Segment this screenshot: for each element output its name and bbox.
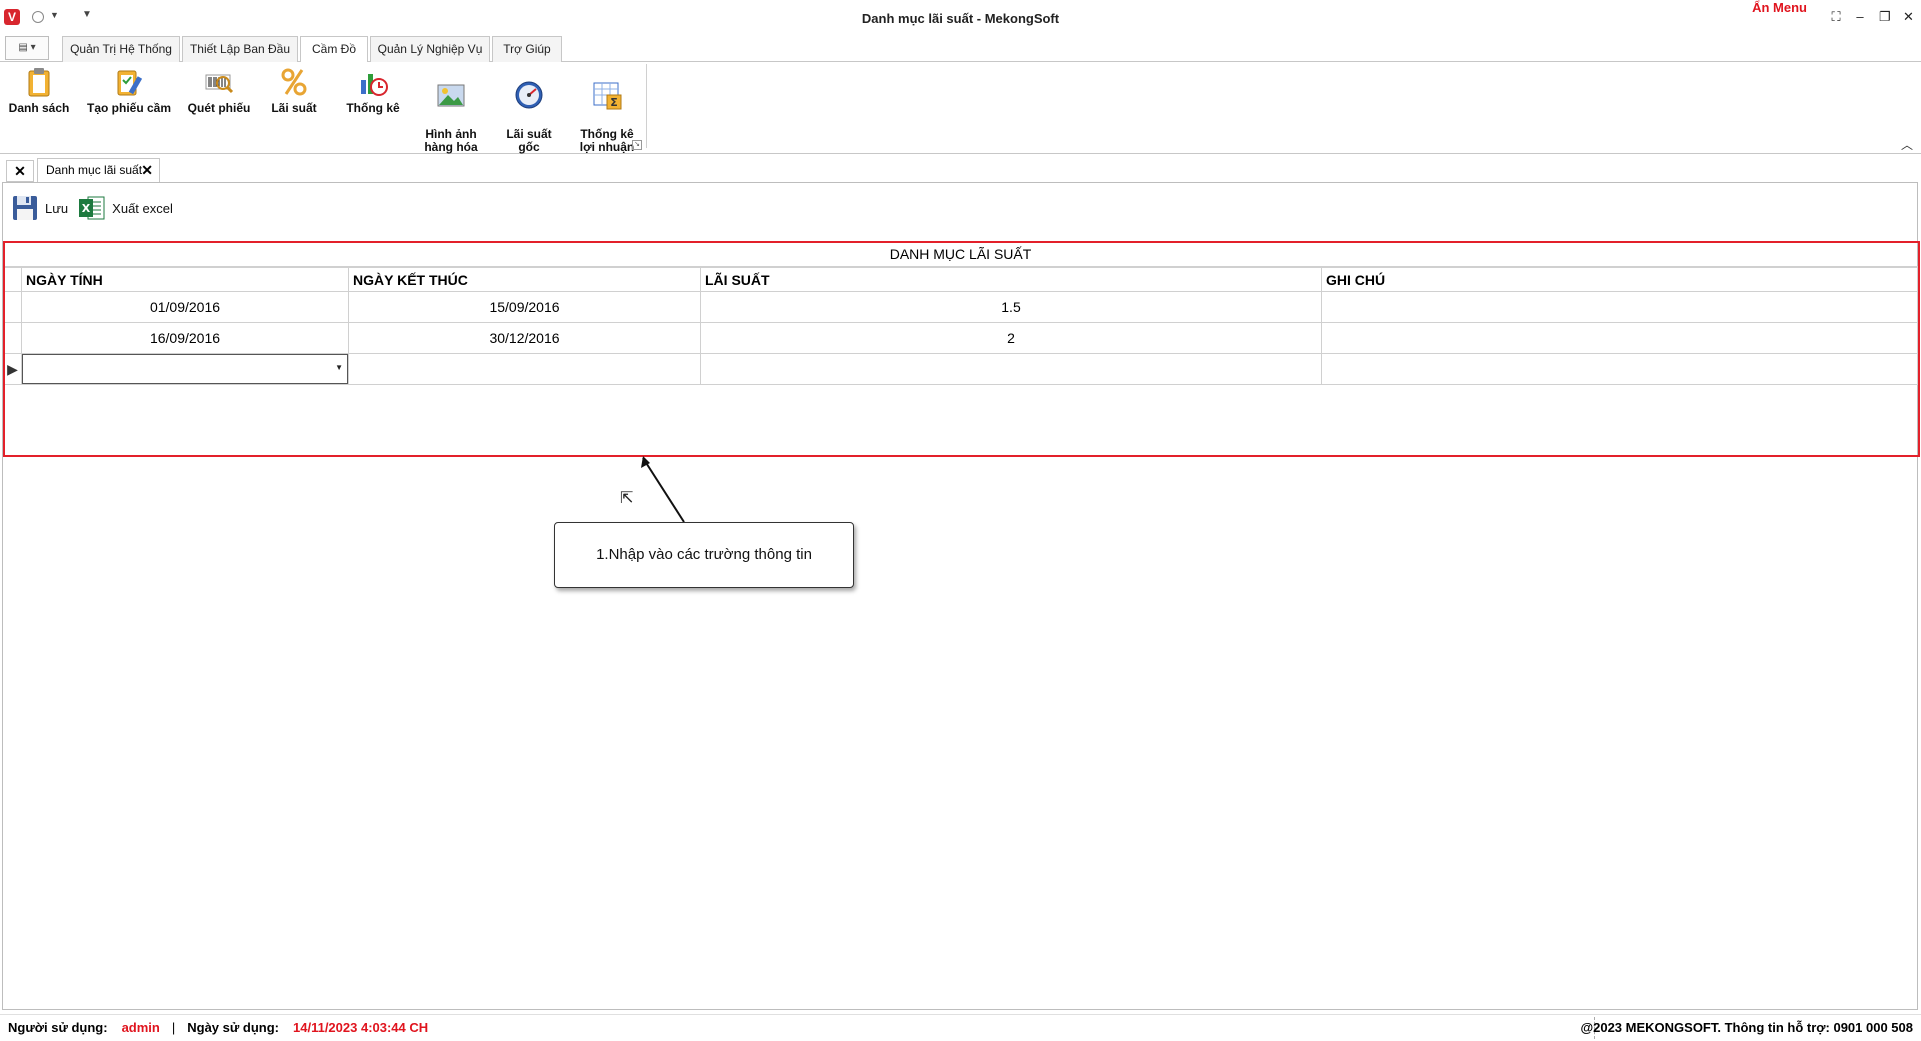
new-rate-cell[interactable] (700, 353, 1322, 385)
new-start-date-editor[interactable]: ▼ (21, 353, 349, 385)
column-header-lai-suat[interactable]: LÃI SUẤT (700, 267, 1322, 292)
toolbar: Lưu X Xuất excel (11, 191, 173, 225)
ribbon-button-label: Tạo phiếu cầm (86, 101, 172, 115)
ribbon-button-label: Thống kê (346, 101, 400, 115)
cell-end-date[interactable]: 30/12/2016 (348, 322, 701, 354)
row-indicator-header (3, 267, 22, 292)
hide-menu-button[interactable]: Ẩn Menu (1752, 0, 1807, 15)
ribbon-button-quet-phieu[interactable]: Quét phiếu (184, 66, 254, 115)
row-selector[interactable] (3, 291, 22, 323)
close-tab-icon[interactable]: ✕ (141, 159, 153, 181)
ribbon-button-label: Hình ảnh hàng hóa (424, 127, 478, 154)
tab-quan-tri-he-thong[interactable]: Quản Trị Hệ Thống (62, 36, 180, 62)
date-dropdown-input[interactable]: ▼ (22, 354, 348, 384)
fullscreen-icon[interactable]: ⛶ (1831, 9, 1841, 25)
ribbon-button-lai-suat-goc[interactable]: Lãi suất gốc (496, 66, 562, 154)
ribbon-tab-strip: ▤ ▾ Quản Trị Hệ Thống Thiết Lập Ban Đầu … (0, 34, 1921, 63)
copyright-text: @2023 MEKONGSOFT. Thông tin hỗ trợ: 0901… (1580, 1020, 1913, 1035)
tab-thiet-lap-ban-dau[interactable]: Thiết Lập Ban Đầu (182, 36, 298, 62)
minimize-icon[interactable]: – (1855, 9, 1865, 25)
ribbon-button-label: Lãi suất (271, 101, 317, 115)
export-excel-button[interactable]: X Xuất excel (78, 194, 173, 222)
floppy-disk-icon (13, 196, 37, 220)
ribbon-button-label: Lãi suất gốc (506, 127, 552, 154)
ribbon-button-tao-phieu-cam[interactable]: Tạo phiếu cầm (84, 66, 174, 115)
application-menu-button[interactable]: ▤ ▾ (5, 36, 49, 60)
status-separator: | (171, 1020, 176, 1035)
close-all-tabs-icon[interactable]: ✕ (6, 160, 34, 182)
document-tab-strip: ✕ Danh mục lãi suất ✕ (0, 158, 1921, 182)
save-label: Lưu (45, 200, 69, 216)
new-end-date-cell[interactable] (348, 353, 701, 385)
ribbon-button-label: Danh sách (8, 101, 70, 115)
ribbon-button-lai-suat[interactable]: Lãi suất (264, 66, 324, 115)
percent-icon (281, 68, 307, 96)
date-value: 14/11/2023 4:03:44 CH (293, 1020, 429, 1035)
column-header-ngay-ket-thuc[interactable]: NGÀY KẾT THÚC (348, 267, 701, 292)
group-dialog-launcher-icon[interactable]: ↘ (632, 140, 642, 150)
cell-note[interactable] (1321, 322, 1918, 354)
ribbon-group-separator (646, 64, 647, 148)
main-content: Lưu X Xuất excel DANH MỤC LÃI SUẤT NGÀY … (2, 182, 1920, 1010)
save-button[interactable]: Lưu (11, 194, 68, 222)
annotation-callout: 1.Nhập vào các trường thông tin (554, 522, 854, 588)
status-bar: Người sử dụng: admin | Ngày sử dụng: 14/… (0, 1014, 1921, 1041)
cell-note[interactable] (1321, 291, 1918, 323)
tab-tro-giup[interactable]: Trợ Giúp (492, 36, 562, 62)
grid-title: DANH MỤC LÃI SUẤT (3, 243, 1918, 267)
picture-icon (437, 84, 465, 107)
sum-table-icon: Σ (593, 82, 622, 110)
row-selector[interactable] (3, 322, 22, 354)
window-title: Danh mục lãi suất - MekongSoft (861, 11, 1060, 26)
new-row[interactable]: ▶ ▼ (3, 353, 1918, 385)
ribbon-button-thong-ke[interactable]: Thống kê (340, 66, 406, 115)
restore-icon[interactable]: ❐ (1879, 9, 1891, 25)
doc-tab-label: Danh mục lãi suất (46, 163, 143, 177)
export-label: Xuất excel (112, 200, 173, 216)
chart-clock-icon (361, 74, 388, 96)
current-row-indicator-icon: ▶ (3, 353, 22, 385)
window-controls: ⛶ – ❐ ✕ (1831, 9, 1913, 25)
svg-text:X: X (82, 202, 91, 215)
column-header-ghi-chu[interactable]: GHI CHÚ (1321, 267, 1918, 292)
grid-header-row: NGÀY TÍNH NGÀY KẾT THÚC LÃI SUẤT GHI CHÚ (3, 267, 1918, 292)
tab-cam-do[interactable]: Cầm Đồ (300, 36, 368, 63)
mouse-cursor-icon: ⇱ (620, 490, 634, 507)
ribbon-button-hinh-anh-hang-hoa[interactable]: Hình ảnh hàng hóa (416, 66, 486, 154)
barcode-scan-icon (205, 74, 234, 94)
table-row[interactable]: 01/09/2016 15/09/2016 1.5 (3, 291, 1918, 323)
ribbon-button-label: Thống kê lợi nhuận (579, 127, 635, 154)
table-row[interactable]: 16/09/2016 30/12/2016 2 (3, 322, 1918, 354)
title-bar: V ▼ ▼ Danh mục lãi suất - MekongSoft Ẩn … (0, 0, 1921, 34)
close-icon[interactable]: ✕ (1903, 9, 1914, 25)
doc-tab-danh-muc-lai-suat[interactable]: Danh mục lãi suất ✕ (37, 158, 160, 182)
checklist-pencil-icon (117, 70, 143, 96)
cell-start-date[interactable]: 16/09/2016 (21, 322, 349, 354)
cell-end-date[interactable]: 15/09/2016 (348, 291, 701, 323)
user-label: Người sử dụng: (8, 1020, 108, 1035)
excel-icon: X (79, 196, 105, 220)
cell-start-date[interactable]: 01/09/2016 (21, 291, 349, 323)
new-note-cell[interactable] (1321, 353, 1918, 385)
ribbon-panel: Danh sách Tạo phiếu cầm Quét phiếu Lãi s… (0, 62, 1921, 154)
column-header-ngay-tinh[interactable]: NGÀY TÍNH (21, 267, 349, 292)
cell-rate[interactable]: 2 (700, 322, 1322, 354)
tab-quan-ly-nghiep-vu[interactable]: Quản Lý Nghiệp Vụ (370, 36, 490, 62)
svg-text:Σ: Σ (610, 96, 618, 109)
grid-table: NGÀY TÍNH NGÀY KẾT THÚC LÃI SUẤT GHI CHÚ… (3, 267, 1918, 385)
ribbon-button-danh-sach[interactable]: Danh sách (4, 66, 74, 115)
collapse-ribbon-icon[interactable]: ︿ (1901, 136, 1913, 153)
user-value: admin (121, 1020, 160, 1035)
cell-rate[interactable]: 1.5 (700, 291, 1322, 323)
gauge-icon (515, 81, 543, 109)
clipboard-icon (28, 68, 50, 97)
chevron-down-icon[interactable]: ▼ (335, 363, 343, 372)
interest-rate-grid: DANH MỤC LÃI SUẤT NGÀY TÍNH NGÀY KẾT THÚ… (3, 241, 1918, 457)
ribbon-button-label: Quét phiếu (187, 101, 251, 115)
date-label: Ngày sử dụng: (187, 1020, 279, 1035)
